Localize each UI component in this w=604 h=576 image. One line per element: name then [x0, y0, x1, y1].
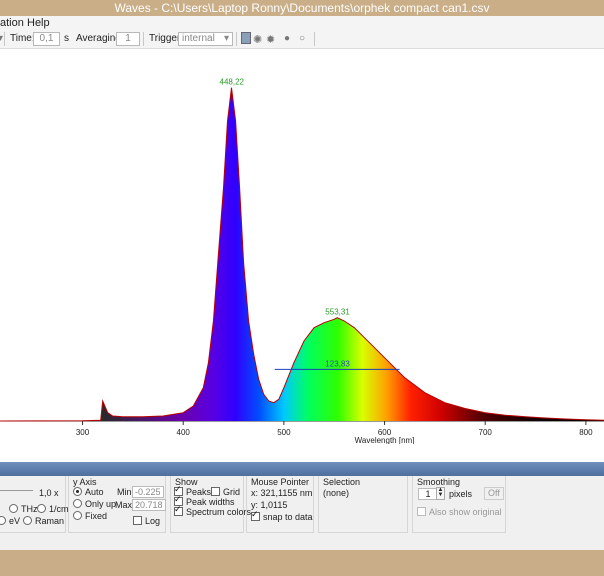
- trigger-value: internal: [182, 33, 215, 44]
- per-cm-radio[interactable]: [37, 504, 46, 513]
- peak-annotation-label: 553,31: [325, 308, 350, 317]
- unit-thz[interactable]: THz: [9, 504, 38, 514]
- raman-label: Raman: [35, 516, 65, 526]
- selection-title: Selection: [323, 477, 361, 487]
- spectrum-colors-checkbox[interactable]: [174, 504, 183, 516]
- peak-annotation-label: 448,22: [220, 78, 245, 87]
- time-input[interactable]: 0,1: [33, 32, 60, 46]
- fixed-radio[interactable]: [73, 511, 82, 520]
- log-label: Log: [145, 516, 161, 526]
- thz-radio[interactable]: [9, 504, 18, 513]
- panel-header-bar: [0, 462, 604, 476]
- thz-label: THz: [21, 504, 38, 514]
- peaks-label: Peaks: [186, 487, 212, 497]
- max-input[interactable]: 20.718: [132, 499, 166, 511]
- x-tick-label: 300: [76, 428, 90, 437]
- peak-widths-label: Peak widths: [186, 497, 235, 507]
- spectrum-plot[interactable]: 300 400 500 600 700 800 448,22 553,31 123,83 Wa…: [0, 49, 604, 445]
- x-axis-group: 1,0 x THz 1/cm eV Raman: [0, 476, 69, 533]
- x-axis-label: Wavelength [nm]: [355, 436, 415, 444]
- y-auto-option[interactable]: Auto: [73, 487, 104, 497]
- toolbar-separator: [236, 32, 237, 46]
- also-show-original-label: Also show original: [429, 507, 502, 517]
- smoothing-off-button[interactable]: Off: [484, 487, 504, 500]
- log-checkbox[interactable]: [133, 516, 142, 525]
- auto-radio[interactable]: [73, 487, 82, 496]
- zoom-slider[interactable]: [0, 490, 33, 491]
- chevron-down-icon: ▾: [223, 33, 229, 44]
- fixed-label: Fixed: [85, 511, 108, 521]
- toolbar-separator: [314, 32, 315, 46]
- menu-bar: ation Help: [0, 16, 604, 30]
- zoom-value: 1,0 x: [39, 488, 59, 498]
- show-group: Show Peaks Grid Peak widths Spectrum col…: [170, 476, 251, 533]
- min-input[interactable]: -0.225: [132, 486, 164, 498]
- grid-label: Grid: [223, 487, 241, 497]
- sun-outline-icon[interactable]: ✹: [266, 33, 275, 46]
- also-show-original-checkbox[interactable]: [417, 507, 426, 516]
- save-icon[interactable]: [241, 32, 251, 44]
- y-axis-group: y Axis Auto Only up Fixed Min: -0.225 Ma…: [68, 476, 166, 533]
- window-bottom-edge: [0, 550, 604, 576]
- only-up-radio[interactable]: [73, 499, 82, 508]
- peak-annotation-label: 123,83: [325, 359, 350, 368]
- x-axis-ticks: 300 400 500 600 700 800: [76, 421, 593, 437]
- only-up-label: Only up: [85, 499, 117, 509]
- smoothing-input[interactable]: 1: [418, 488, 438, 500]
- time-unit: s: [64, 33, 69, 44]
- unit-ev[interactable]: eV: [0, 516, 21, 526]
- toolbar: ▾ Time: 0,1 s Averaging: 1 Trigger: inte…: [0, 30, 604, 49]
- toolbar-edge-dropdown[interactable]: ▾: [0, 33, 3, 44]
- x-tick-label: 700: [479, 428, 493, 437]
- trigger-select[interactable]: internal ▾: [178, 32, 233, 46]
- x-tick-label: 800: [579, 428, 593, 437]
- mouse-pointer-title: Mouse Pointer: [251, 477, 310, 487]
- ev-radio[interactable]: [0, 516, 6, 525]
- y-axis-title: y Axis: [73, 477, 97, 487]
- plot-footer-space: [0, 444, 604, 462]
- smoothing-title: Smoothing: [417, 477, 461, 487]
- control-panel: 1,0 x THz 1/cm eV Raman y Axis Auto Only…: [0, 476, 604, 538]
- mouse-x-readout: x: 321,1155 nm: [251, 488, 313, 498]
- selection-group: Selection (none): [318, 476, 408, 533]
- spectrum-chart: 300 400 500 600 700 800 448,22553,31123,83 Wa…: [0, 78, 604, 445]
- smoothing-spinner[interactable]: ▲ ▼: [436, 487, 445, 500]
- snap-option[interactable]: snap to data: [251, 509, 313, 522]
- raman-radio[interactable]: [23, 516, 32, 525]
- ev-label: eV: [9, 516, 21, 526]
- spectrum-colors-option[interactable]: Spectrum colors: [174, 504, 252, 517]
- y-only-up-option[interactable]: Only up: [73, 499, 116, 509]
- toolbar-separator: [143, 32, 144, 46]
- status-bar: [0, 538, 604, 550]
- peak-widths-option[interactable]: Peak widths: [174, 494, 235, 507]
- unit-raman[interactable]: Raman: [23, 516, 64, 526]
- x-tick-label: 500: [277, 428, 291, 437]
- menu-item-application[interactable]: ation: [0, 16, 24, 30]
- selection-value: (none): [323, 488, 350, 498]
- auto-label: Auto: [85, 487, 104, 497]
- also-show-original-option[interactable]: Also show original: [417, 507, 502, 517]
- y-fixed-option[interactable]: Fixed: [73, 511, 107, 521]
- spectrum-area: [0, 87, 604, 421]
- grid-checkbox[interactable]: [211, 487, 220, 496]
- x-tick-label: 400: [177, 428, 191, 437]
- circle-icon[interactable]: ○: [299, 33, 305, 44]
- sun-icon[interactable]: ✺: [253, 33, 262, 46]
- averaging-input[interactable]: 1: [116, 32, 140, 46]
- smoothing-group: Smoothing 1 ▲ ▼ pixels Off Also show orig…: [412, 476, 506, 533]
- snap-label: snap to data: [263, 512, 313, 522]
- mouse-pointer-group: Mouse Pointer x: 321,1155 nm y: 1,0115 s…: [246, 476, 314, 533]
- snap-checkbox[interactable]: [251, 509, 260, 521]
- record-icon[interactable]: ●: [284, 33, 290, 44]
- spectrum-colors-label: Spectrum colors: [186, 507, 252, 517]
- time-label: Time:: [10, 33, 35, 44]
- toolbar-separator: [4, 32, 5, 46]
- unit-per-cm[interactable]: 1/cm: [37, 504, 69, 514]
- window-title: Waves - C:\Users\Laptop Ronny\Documents\…: [0, 0, 604, 16]
- menu-item-help[interactable]: Help: [27, 16, 50, 30]
- per-cm-label: 1/cm: [49, 504, 69, 514]
- grid-option[interactable]: Grid: [211, 487, 240, 497]
- log-option[interactable]: Log: [133, 516, 160, 526]
- smoothing-unit: pixels: [449, 489, 473, 499]
